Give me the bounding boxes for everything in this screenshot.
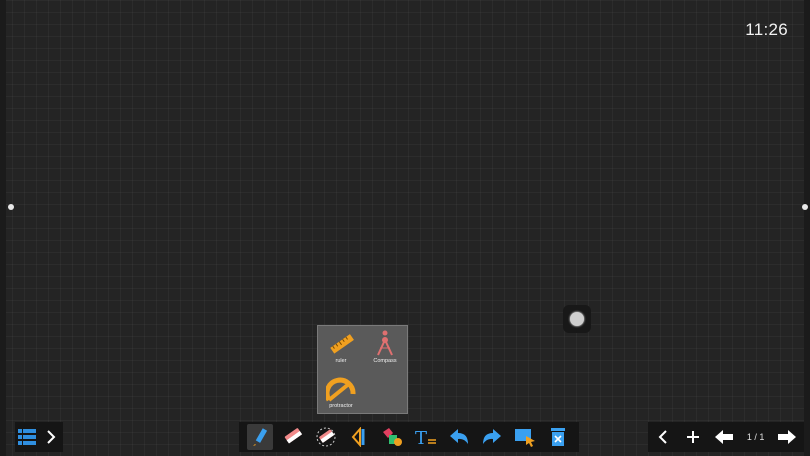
plus-icon — [686, 431, 699, 443]
eraser-icon — [284, 428, 302, 444]
text-button[interactable]: T — [413, 424, 439, 450]
left-edge-handle[interactable] — [8, 204, 14, 210]
main-toolbar: T — [239, 422, 579, 452]
right-edge-handle[interactable] — [802, 204, 808, 210]
select-button[interactable] — [512, 424, 538, 450]
pen-button[interactable] — [246, 424, 273, 450]
compass-label: Compass — [373, 358, 397, 364]
previous-page-button[interactable] — [713, 424, 735, 450]
add-page-button[interactable] — [684, 424, 702, 450]
collapse-button[interactable] — [654, 424, 672, 450]
eraser-button[interactable] — [280, 424, 306, 450]
clock: 11:26 — [745, 20, 788, 39]
clear-icon — [551, 428, 566, 446]
floating-ball-icon — [570, 312, 584, 326]
protractor-label: protractor — [329, 403, 353, 409]
chevron-right-icon — [47, 430, 56, 444]
undo-button[interactable] — [446, 424, 472, 450]
tools-icon — [351, 427, 365, 447]
floating-ball-button[interactable] — [563, 305, 591, 333]
compass-icon — [377, 330, 393, 356]
undo-icon — [449, 429, 468, 444]
page-indicator: 1 / 1 — [746, 432, 765, 442]
select-icon — [515, 429, 536, 447]
clear-button[interactable] — [545, 424, 571, 450]
tools-button[interactable] — [346, 424, 372, 450]
svg-text:T: T — [415, 428, 427, 447]
area-eraser-icon — [316, 427, 336, 447]
shapes-button[interactable] — [379, 424, 405, 450]
arrow-left-icon — [715, 430, 734, 444]
right-frame — [804, 0, 810, 456]
tools-popup: ruler Compass protractor — [317, 325, 408, 414]
redo-button[interactable] — [479, 424, 505, 450]
menu-button[interactable] — [15, 424, 39, 450]
expand-button[interactable] — [39, 424, 63, 450]
menu-bar — [15, 422, 63, 452]
area-eraser-button[interactable] — [313, 424, 339, 450]
pen-icon — [252, 428, 267, 446]
text-icon: T — [415, 428, 436, 447]
chevron-left-icon — [658, 430, 667, 444]
compass-tool[interactable]: Compass — [365, 329, 405, 364]
protractor-tool[interactable]: protractor — [321, 374, 361, 409]
ruler-icon — [330, 334, 354, 354]
ruler-tool[interactable]: ruler — [321, 331, 361, 364]
protractor-icon — [326, 377, 356, 402]
ruler-label: ruler — [335, 358, 347, 364]
arrow-right-icon — [777, 430, 796, 444]
next-page-button[interactable] — [776, 424, 798, 450]
shapes-icon — [383, 428, 403, 446]
redo-icon — [482, 429, 501, 444]
left-frame — [0, 0, 6, 456]
menu-list-icon — [18, 429, 36, 445]
page-navigator: 1 / 1 — [648, 422, 804, 452]
